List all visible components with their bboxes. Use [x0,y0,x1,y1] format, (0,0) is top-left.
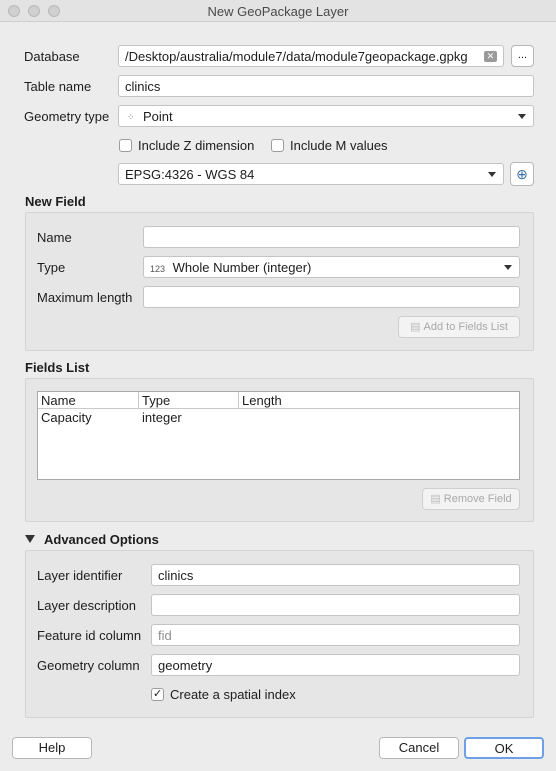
geometry-type-label: Geometry type [24,109,110,124]
geometry-column-label: Geometry column [37,658,140,673]
fields-table[interactable]: Name Type Length Capacity integer [37,391,520,480]
new-geopackage-layer-dialog: New GeoPackage Layer Database /Desktop/a… [0,0,556,771]
table-name-label: Table name [24,79,92,94]
include-z-label: Include Z dimension [138,138,255,153]
layer-description-label: Layer description [37,598,136,613]
feature-id-column-input[interactable]: fid [151,624,520,646]
include-m-checkbox[interactable] [271,139,284,152]
remove-field-icon: ▤ [430,493,441,505]
add-to-fields-list-label: Add to Fields List [423,321,508,333]
globe-icon: ⊕ [516,166,528,182]
column-header-length[interactable]: Length [239,392,519,409]
column-header-name[interactable]: Name [38,392,139,409]
geometry-column-input[interactable]: geometry [151,654,520,676]
column-header-type[interactable]: Type [139,392,239,409]
field-type-select[interactable]: 123 Whole Number (integer) [143,256,520,278]
table-cell-name[interactable]: Capacity [41,410,92,425]
collapse-triangle-icon[interactable] [25,535,35,543]
table-cell-type[interactable]: integer [142,410,182,425]
fields-list-title: Fields List [25,360,90,375]
geometry-type-value: Point [143,109,173,124]
browse-database-button[interactable]: ... [511,45,534,67]
field-name-label: Name [37,230,72,245]
chevron-down-icon [518,114,526,119]
spatial-index-label: Create a spatial index [170,687,296,702]
include-z-checkbox[interactable] [119,139,132,152]
advanced-options-title[interactable]: Advanced Options [44,532,159,547]
title-bar: New GeoPackage Layer [0,0,556,22]
field-type-value: Whole Number (integer) [172,260,312,275]
feature-id-column-label: Feature id column [37,628,142,643]
add-field-icon: ▤ [410,321,421,333]
point-geometry-icon: ⁘ [127,112,136,122]
integer-type-icon: 123 [150,264,166,274]
table-name-input[interactable]: clinics [118,75,534,97]
remove-field-button[interactable]: ▤ Remove Field [422,488,520,510]
window-title: New GeoPackage Layer [207,4,349,19]
add-to-fields-list-button[interactable]: ▤ Add to Fields List [398,316,520,338]
geometry-type-select[interactable]: ⁘ Point [118,105,534,127]
field-type-label: Type [37,260,66,275]
new-field-title: New Field [25,194,86,209]
spatial-index-checkbox[interactable] [151,687,164,701]
database-label: Database [24,49,80,64]
layer-identifier-label: Layer identifier [37,568,123,583]
database-path: /Desktop/australia/module7/data/module7g… [125,49,468,64]
chevron-down-icon [488,172,496,177]
remove-field-label: Remove Field [443,493,512,505]
cancel-button[interactable]: Cancel [379,737,459,759]
crs-value: EPSG:4326 - WGS 84 [125,167,255,182]
help-button[interactable]: Help [12,737,92,759]
max-length-input[interactable] [143,286,520,308]
layer-identifier-input[interactable]: clinics [151,564,520,586]
chevron-down-icon [504,265,512,270]
crs-select[interactable]: EPSG:4326 - WGS 84 [118,163,504,185]
max-length-label: Maximum length [37,290,133,305]
layer-description-input[interactable] [151,594,520,616]
clear-icon[interactable]: ✕ [484,51,497,62]
database-field[interactable]: /Desktop/australia/module7/data/module7g… [118,45,504,67]
field-name-input[interactable] [143,226,520,248]
ok-button[interactable]: OK [464,737,544,759]
include-m-label: Include M values [290,138,388,153]
crs-selector-button[interactable]: ⊕ [510,162,534,186]
